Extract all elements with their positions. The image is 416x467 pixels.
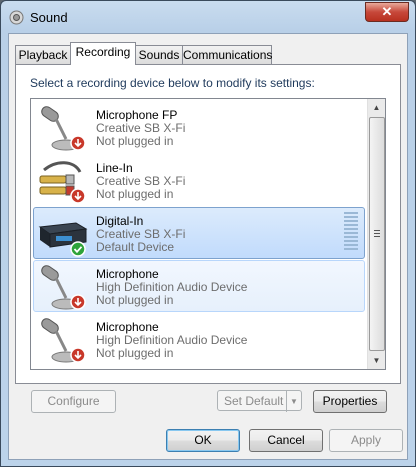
device-name: Digital-In — [96, 214, 144, 228]
device-status: Not plugged in — [96, 346, 174, 360]
device-item[interactable]: Microphone High Definition Audio Device … — [33, 313, 365, 365]
close-button[interactable]: ✕ — [365, 2, 409, 22]
device-driver: Creative SB X-Fi — [96, 121, 186, 135]
set-default-label: Set Default — [224, 394, 284, 408]
scroll-up-arrow-icon[interactable]: ▲ — [368, 99, 385, 116]
scroll-thumb[interactable] — [369, 117, 385, 351]
level-meter — [344, 212, 358, 254]
device-status: Not plugged in — [96, 187, 174, 201]
device-status: Not plugged in — [96, 134, 174, 148]
cancel-button[interactable]: Cancel — [249, 429, 323, 452]
apply-button[interactable]: Apply — [329, 429, 403, 452]
grip-icon — [374, 230, 380, 238]
speaker-icon — [9, 10, 24, 25]
instruction-text: Select a recording device below to modif… — [30, 76, 315, 90]
rca-cable-icon — [39, 161, 86, 204]
vertical-scrollbar[interactable]: ▲ ▼ — [367, 99, 385, 369]
ok-button[interactable]: OK — [166, 429, 240, 452]
device-name: Microphone — [96, 320, 159, 334]
recording-panel: Select a recording device below to modif… — [15, 64, 401, 413]
device-list[interactable]: Microphone FP Creative SB X-Fi Not plugg… — [30, 98, 386, 370]
device-driver: Creative SB X-Fi — [96, 227, 186, 241]
device-item-selected[interactable]: Digital-In Creative SB X-Fi Default Devi… — [33, 207, 365, 259]
scroll-down-arrow-icon[interactable]: ▼ — [368, 352, 385, 369]
dropdown-arrow-icon[interactable]: ▼ — [286, 391, 301, 412]
microphone-icon — [41, 318, 86, 363]
device-name: Microphone — [96, 267, 159, 281]
microphone-icon — [41, 265, 86, 310]
configure-button[interactable]: Configure — [31, 390, 116, 413]
tab-playback[interactable]: Playback — [15, 45, 71, 64]
digital-device-icon — [38, 222, 88, 257]
device-item[interactable]: Microphone High Definition Audio Device … — [33, 260, 365, 312]
device-driver: Creative SB X-Fi — [96, 174, 186, 188]
device-item[interactable]: Microphone FP Creative SB X-Fi Not plugg… — [33, 101, 365, 153]
microphone-icon — [41, 106, 86, 151]
device-status: Not plugged in — [96, 293, 174, 307]
window-title: Sound — [30, 10, 68, 25]
dialog-client: Playback Recording Sounds Communications… — [8, 33, 408, 460]
tab-sounds[interactable]: Sounds — [135, 45, 183, 64]
device-item[interactable]: Line-In Creative SB X-Fi Not plugged in — [33, 154, 365, 206]
tab-recording[interactable]: Recording — [70, 42, 136, 65]
device-driver: High Definition Audio Device — [96, 333, 248, 347]
title-bar[interactable]: Sound ✕ — [1, 1, 415, 33]
set-default-button[interactable]: Set Default ▼ — [217, 390, 302, 412]
device-name: Line-In — [96, 161, 133, 175]
properties-button[interactable]: Properties — [313, 390, 387, 413]
tab-communications[interactable]: Communications — [182, 45, 272, 64]
sound-dialog: Sound ✕ Playback Recording Sounds Commun… — [0, 0, 416, 467]
device-status: Default Device — [96, 240, 175, 254]
device-name: Microphone FP — [96, 108, 178, 122]
device-driver: High Definition Audio Device — [96, 280, 248, 294]
